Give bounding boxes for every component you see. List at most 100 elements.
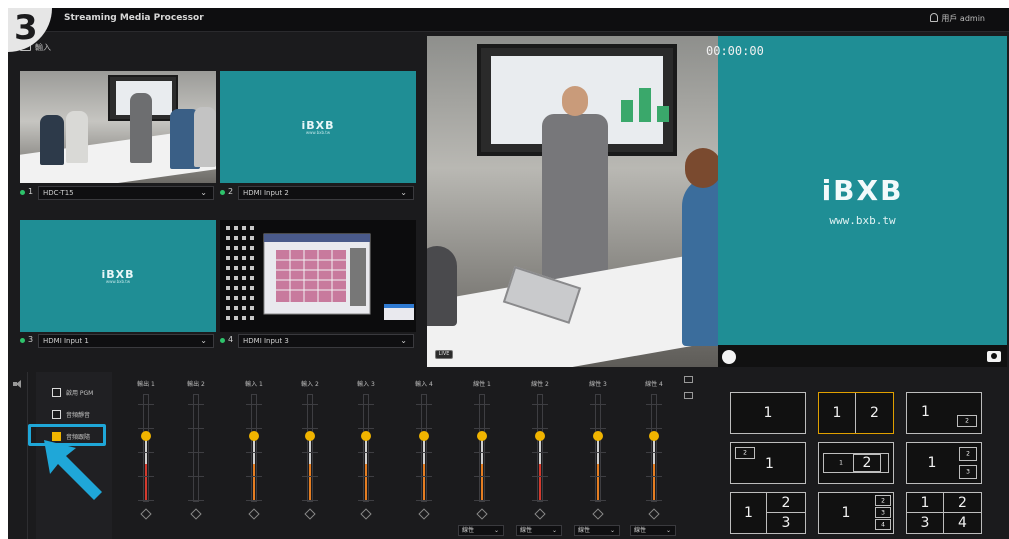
checkbox[interactable]	[52, 388, 61, 397]
chevron-down-icon: ⌄	[400, 336, 407, 345]
audio-option-1[interactable]: 啟用 PGM	[52, 388, 93, 402]
fader-knob[interactable]	[305, 431, 315, 441]
volume-fader[interactable]	[419, 394, 429, 502]
mixer-channel-9: 線性 3 線性 ⌄	[574, 372, 622, 539]
window-icon[interactable]	[684, 392, 693, 399]
source-3-select[interactable]: HDMI Input 1 ⌄	[38, 334, 214, 348]
fader-knob[interactable]	[141, 431, 151, 441]
layout-quad[interactable]: 1 2 3 4	[906, 492, 982, 534]
fader-tick	[590, 500, 606, 501]
source-2-select[interactable]: HDMI Input 2 ⌄	[238, 186, 414, 200]
fader-tick	[474, 476, 490, 477]
channel-mode-select[interactable]: 線性 ⌄	[516, 525, 562, 536]
record-icon[interactable]	[722, 350, 736, 364]
layout-cell-label: 1	[763, 405, 773, 421]
mute-toggle-icon[interactable]	[140, 508, 152, 520]
volume-fader[interactable]	[249, 394, 259, 502]
fader-knob[interactable]	[535, 431, 545, 441]
fader-knob[interactable]	[477, 431, 487, 441]
layout-one-left-two-right[interactable]: 1 2 3	[730, 492, 806, 534]
channel-mode-select[interactable]: 線性 ⌄	[630, 525, 676, 536]
source-preview-4[interactable]	[220, 220, 416, 332]
fader-tick	[532, 452, 548, 453]
volume-fader[interactable]	[305, 394, 315, 502]
layout-one-left-three-right[interactable]: 1 2 3 4	[818, 492, 894, 534]
source-1-select[interactable]: HDC-T15 ⌄	[38, 186, 214, 200]
volume-fader[interactable]	[649, 394, 659, 502]
mute-toggle-icon[interactable]	[476, 508, 488, 520]
fader-tick	[188, 404, 204, 405]
mixer-side-icons	[682, 376, 696, 416]
checkbox[interactable]	[52, 410, 61, 419]
mute-toggle-icon[interactable]	[248, 508, 260, 520]
user-menu[interactable]: 用戶 admin	[930, 13, 985, 24]
fader-tick	[532, 428, 548, 429]
layout-side-by-side[interactable]: 12	[818, 392, 894, 434]
layout-cell-label: 1	[744, 505, 753, 521]
layout-one-plus-two-right[interactable]: 1 2 3	[906, 442, 982, 484]
volume-fader[interactable]	[141, 394, 151, 502]
layout-cell: 1	[731, 493, 767, 533]
timecode: 00:00:00	[706, 44, 764, 58]
mute-toggle-icon[interactable]	[534, 508, 546, 520]
mute-toggle-icon[interactable]	[304, 508, 316, 520]
source-2-logo-sub: www.bxb.tw	[305, 130, 331, 135]
source-preview-1[interactable]	[20, 71, 216, 183]
layout-pip-center-wide[interactable]: 12	[818, 442, 894, 484]
audio-option-2[interactable]: 音頻靜音	[52, 410, 90, 424]
layout-cell-label: 4	[881, 521, 885, 528]
app-title: Streaming Media Processor	[64, 13, 204, 23]
source-1-index: 1	[28, 187, 34, 196]
fader-knob[interactable]	[593, 431, 603, 441]
source-4-index: 4	[228, 335, 234, 344]
audio-mixer: 輸出 1 輸出 2 輸入 1 輸入 2 輸入 3 輸入 4 線性 1 線性 ⌄ 線性 2 線性 ⌄ 線性…	[118, 372, 678, 539]
chevron-down-icon: ⌄	[493, 527, 499, 534]
fader-knob[interactable]	[361, 431, 371, 441]
mute-toggle-icon[interactable]	[190, 508, 202, 520]
level-fill	[253, 464, 255, 501]
channel-mode-select[interactable]: 線性 ⌄	[574, 525, 620, 536]
level-fill	[365, 464, 367, 501]
fader-tick	[416, 452, 432, 453]
fader-knob[interactable]	[249, 431, 259, 441]
layout-single[interactable]: 1	[730, 392, 806, 434]
source-select-bar-1: 1 HDC-T15 ⌄	[20, 186, 216, 200]
source-preview-3[interactable]: iBXB www.bxb.tw	[20, 220, 216, 332]
source-4-status-dot	[220, 338, 225, 343]
source-4-select[interactable]: HDMI Input 3 ⌄	[238, 334, 414, 348]
layout-pip-top-left[interactable]: 21	[730, 442, 806, 484]
layout-cell: 3	[959, 465, 977, 479]
chevron-down-icon: ⌄	[551, 527, 557, 534]
channel-label: 輸入 1	[245, 381, 263, 388]
fader-tick	[474, 452, 490, 453]
mute-toggle-icon[interactable]	[592, 508, 604, 520]
source-preview-2[interactable]: iBXB www.bxb.tw	[220, 71, 416, 183]
volume-fader[interactable]	[535, 394, 545, 502]
source-3-name: HDMI Input 1	[43, 337, 89, 345]
mute-toggle-icon[interactable]	[648, 508, 660, 520]
layout-pip-bottom-right[interactable]: 12	[906, 392, 982, 434]
mute-toggle-icon[interactable]	[360, 508, 372, 520]
camera-icon[interactable]	[987, 351, 1001, 362]
channel-mode-select[interactable]: 線性 ⌄	[458, 525, 504, 536]
layout-cell: 1	[731, 393, 805, 433]
fader-knob[interactable]	[419, 431, 429, 441]
volume-fader[interactable]	[593, 394, 603, 502]
source-4-desktop-image	[226, 226, 414, 320]
volume-fader[interactable]	[193, 394, 199, 502]
layout-cell-label: 2	[862, 455, 872, 471]
layout-cell: 1	[819, 393, 856, 433]
layout-cell	[907, 393, 981, 433]
channel-mode-value: 線性	[462, 527, 475, 534]
fader-knob[interactable]	[649, 431, 659, 441]
volume-fader[interactable]	[477, 394, 487, 502]
monitor-icon[interactable]	[684, 376, 693, 383]
fader-tick	[188, 476, 204, 477]
volume-fader[interactable]	[361, 394, 371, 502]
channel-label: 輸入 3	[357, 381, 375, 388]
layout-cell-label: 2	[965, 417, 969, 425]
mute-toggle-icon[interactable]	[418, 508, 430, 520]
fader-tick	[302, 428, 318, 429]
layout-cell-label: 1	[920, 494, 930, 511]
program-right-video: 00:00:00 iBXB www.bxb.tw	[706, 36, 1007, 367]
